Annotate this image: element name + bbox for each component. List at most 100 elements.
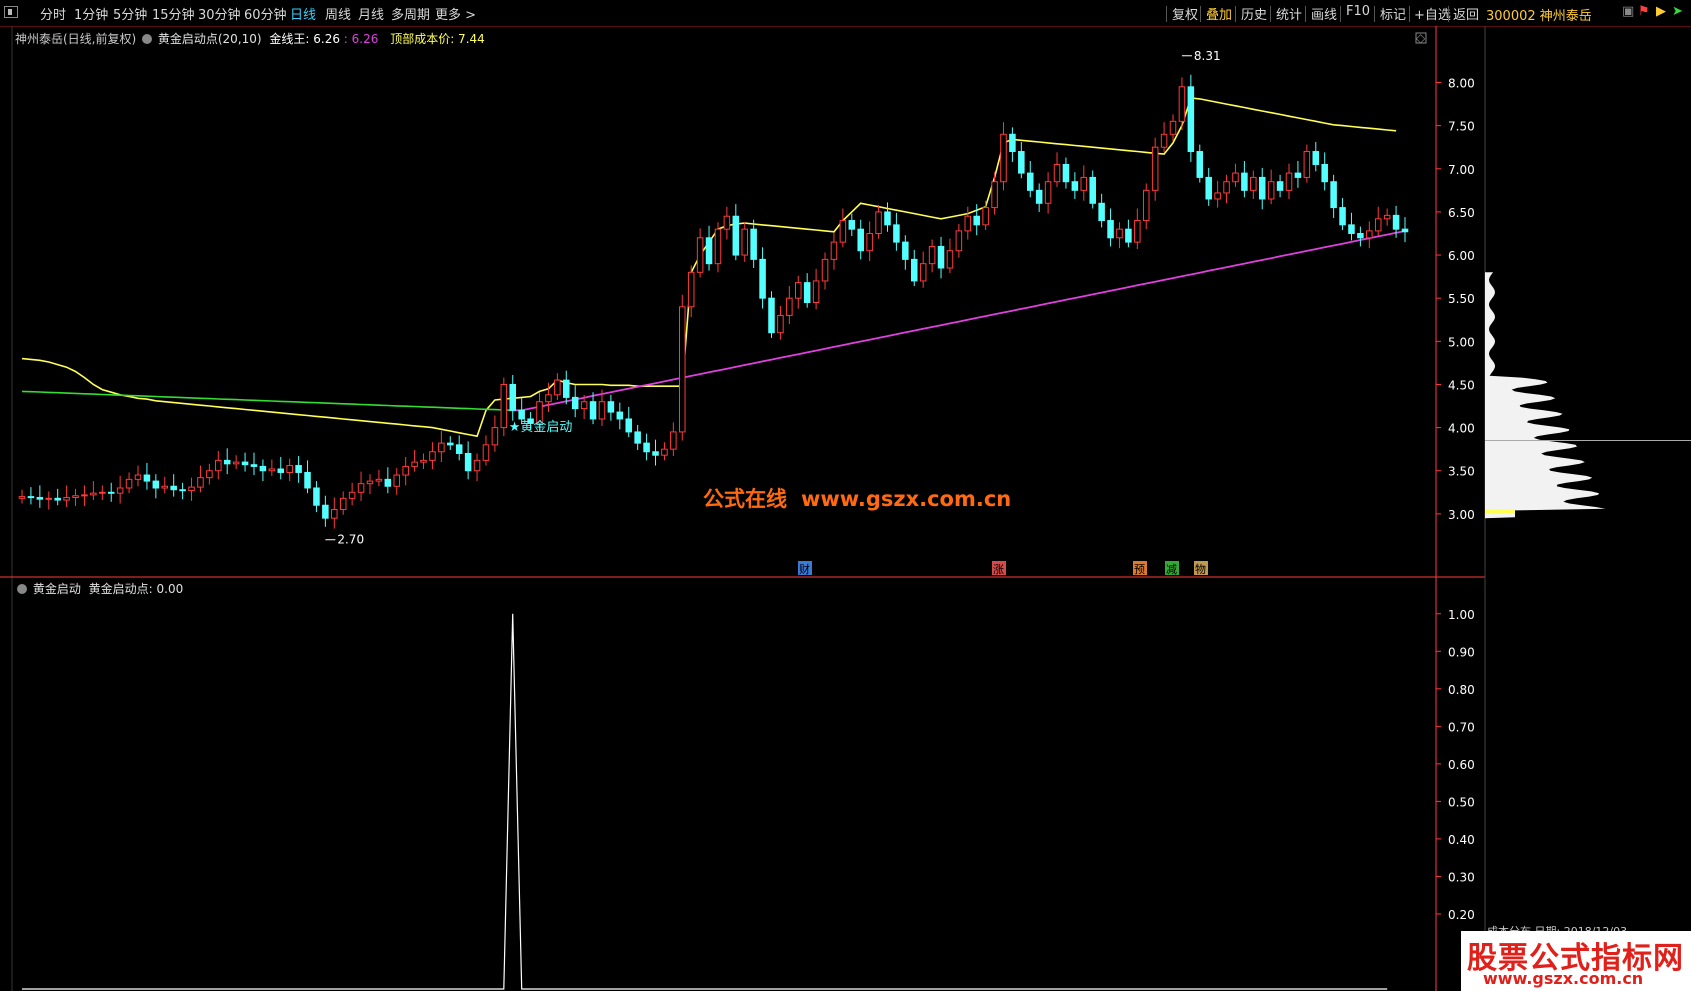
candle-down xyxy=(464,452,472,472)
candle-up xyxy=(375,478,383,482)
candle-up xyxy=(928,245,936,265)
green-line xyxy=(21,390,513,412)
candle-up xyxy=(232,461,240,465)
candle-up xyxy=(679,306,686,433)
candle-up xyxy=(1134,220,1141,243)
candle-up xyxy=(357,483,365,493)
sub-y-tick-label: 0.50 xyxy=(1448,795,1475,809)
y-tick-label: 5.00 xyxy=(1448,335,1475,349)
candle-down xyxy=(384,478,392,487)
sub-y-tick-label: 0.90 xyxy=(1448,645,1475,659)
candle-down xyxy=(152,480,160,489)
candle-up xyxy=(1080,176,1088,191)
candle-down xyxy=(705,237,713,265)
candle-up xyxy=(90,492,97,496)
sub-y-tick-label: 1.00 xyxy=(1448,608,1475,622)
candle-down xyxy=(179,489,186,492)
sub-y-tick-label: 0.60 xyxy=(1448,758,1475,772)
candle-up xyxy=(982,207,989,226)
candle-down xyxy=(1321,163,1328,183)
event-marker: 财 xyxy=(799,562,810,576)
candle-down xyxy=(277,468,285,473)
candle-down xyxy=(571,396,579,410)
sub-y-tick-label: 0.70 xyxy=(1448,720,1475,734)
candle-up xyxy=(545,394,552,403)
y-tick-label: 8.00 xyxy=(1448,77,1475,91)
candle-up xyxy=(215,459,222,472)
candle-up xyxy=(821,258,829,282)
candle-down xyxy=(223,459,231,465)
candle-up xyxy=(134,474,142,480)
candle-down xyxy=(1026,172,1034,191)
candle-down xyxy=(973,215,980,226)
candle-up xyxy=(402,465,409,476)
event-marker: 预 xyxy=(1134,563,1145,576)
candle-up xyxy=(161,485,169,489)
candle-up xyxy=(1374,218,1382,232)
candle-down xyxy=(1258,176,1266,200)
candle-down xyxy=(589,401,597,420)
candle-down xyxy=(893,224,900,243)
candle-down xyxy=(54,497,61,501)
sub-y-tick-label: 0.30 xyxy=(1448,870,1475,884)
candle-up xyxy=(1044,181,1052,204)
y-tick-label: 3.50 xyxy=(1448,465,1475,479)
candle-down xyxy=(1062,163,1070,183)
candle-up xyxy=(45,497,53,500)
candle-down xyxy=(250,464,258,467)
event-marker: 减 xyxy=(1166,563,1177,576)
candle-down xyxy=(1312,151,1320,165)
candle-up xyxy=(777,314,784,334)
candle-up xyxy=(268,468,276,472)
y-tick-label: 4.50 xyxy=(1448,378,1475,392)
candle-up xyxy=(1303,151,1311,178)
candle-down xyxy=(1009,133,1016,153)
candle-up xyxy=(438,442,445,453)
candle-up xyxy=(794,282,802,299)
candle-up xyxy=(393,474,401,487)
candle-up xyxy=(206,470,213,479)
candle-up xyxy=(964,215,972,232)
candle-up xyxy=(482,444,490,461)
candle-down xyxy=(1330,181,1337,209)
candle-up xyxy=(81,494,88,497)
candle-down xyxy=(1125,228,1132,243)
candle-up xyxy=(919,263,927,282)
candle-down xyxy=(884,211,891,226)
candle-down xyxy=(910,258,918,282)
candle-down xyxy=(259,465,267,472)
candle-down xyxy=(643,442,650,453)
candle-down xyxy=(27,496,35,499)
sub-y-tick-label: 0.40 xyxy=(1448,833,1475,847)
candle-up xyxy=(18,496,26,499)
watermark-cn: 公式在线 xyxy=(703,487,787,511)
candle-down xyxy=(902,241,909,260)
signal-label: ★黄金启动 xyxy=(509,419,573,435)
candle-up xyxy=(554,379,561,396)
candle-up xyxy=(1116,228,1123,239)
candle-down xyxy=(304,471,311,489)
candle-up xyxy=(116,487,124,494)
y-tick-label: 6.00 xyxy=(1448,249,1475,263)
candle-up xyxy=(1178,86,1186,122)
candle-down xyxy=(750,228,757,260)
candle-down xyxy=(1089,176,1096,204)
candle-down xyxy=(1339,207,1346,226)
candle-up xyxy=(491,427,499,446)
candle-up xyxy=(1214,192,1221,200)
candle-down xyxy=(652,451,659,456)
candle-up xyxy=(1267,181,1275,200)
y-tick-label: 7.00 xyxy=(1448,163,1475,177)
candle-up xyxy=(580,401,588,410)
candle-up xyxy=(1160,133,1168,148)
watermark: 公式在线 www.gszx.com.cn xyxy=(703,483,1011,513)
candle-up xyxy=(125,478,133,489)
candle-up xyxy=(429,451,436,461)
candle-down xyxy=(36,496,44,500)
candle-up xyxy=(723,215,731,230)
y-tick-label: 7.50 xyxy=(1448,120,1475,134)
candle-up xyxy=(1053,163,1061,183)
chip-current-band xyxy=(1485,509,1515,514)
candle-up xyxy=(1285,172,1293,191)
candle-down xyxy=(616,411,624,420)
